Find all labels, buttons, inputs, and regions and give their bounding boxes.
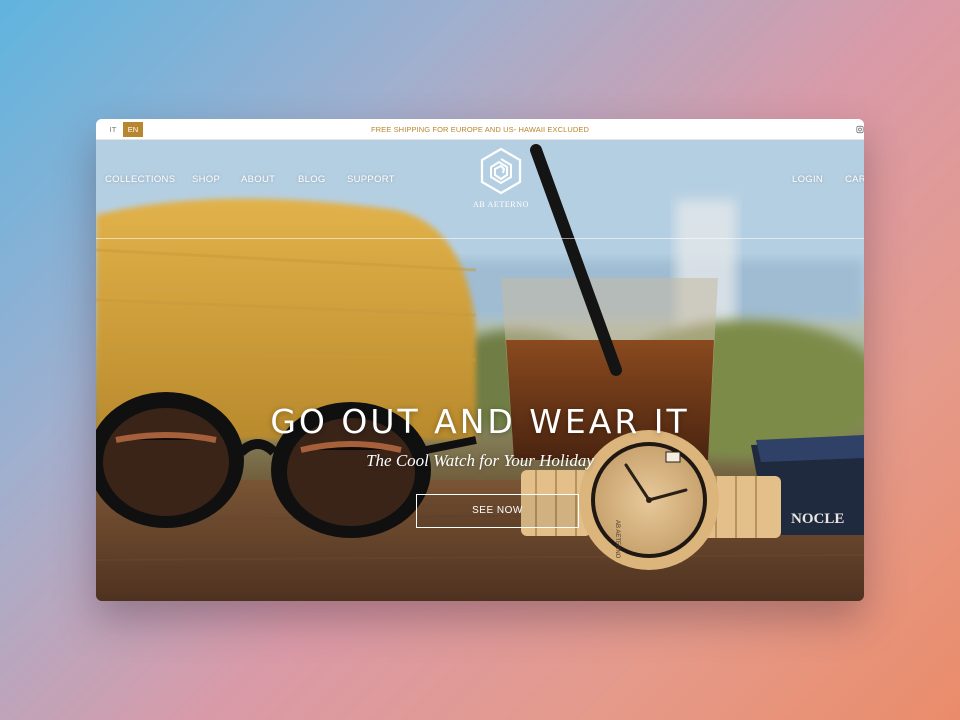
nav-divider [96,238,864,239]
nav-about[interactable]: ABOUT [241,174,275,185]
hero-headline: GO OUT AND WEAR IT [270,402,690,441]
nav-support[interactable]: SUPPORT [347,174,395,185]
watch-brand-text: AB AETERNO [614,520,620,559]
nav-collections[interactable]: COLLECTIONS [105,174,175,185]
nav-cart[interactable]: CART [845,174,864,185]
instagram-icon[interactable] [856,125,864,134]
browser-window: IT EN FREE SHIPPING FOR EUROPE AND US- H… [96,119,864,601]
top-bar: IT EN FREE SHIPPING FOR EUROPE AND US- H… [96,119,864,140]
nav-shop[interactable]: SHOP [192,174,220,185]
brand-name[interactable]: AB AETERNO [451,200,551,209]
hero-subheadline: The Cool Watch for Your Holiday [366,451,594,470]
see-now-button[interactable]: SEE NOW [416,494,579,528]
hero-banner: NOCLE AB AETERNO COLLECTIONS SHOP ABOUT … [96,140,864,601]
hexagon-spiral-logo-icon[interactable] [479,147,523,195]
nav-blog[interactable]: BLOG [298,174,326,185]
hero-photo: NOCLE AB AETERNO [96,140,864,601]
book-cover-text: NOCLE [791,511,844,527]
nav-login[interactable]: LOGIN [792,174,823,185]
shipping-promo-text: FREE SHIPPING FOR EUROPE AND US- HAWAII … [370,125,590,134]
